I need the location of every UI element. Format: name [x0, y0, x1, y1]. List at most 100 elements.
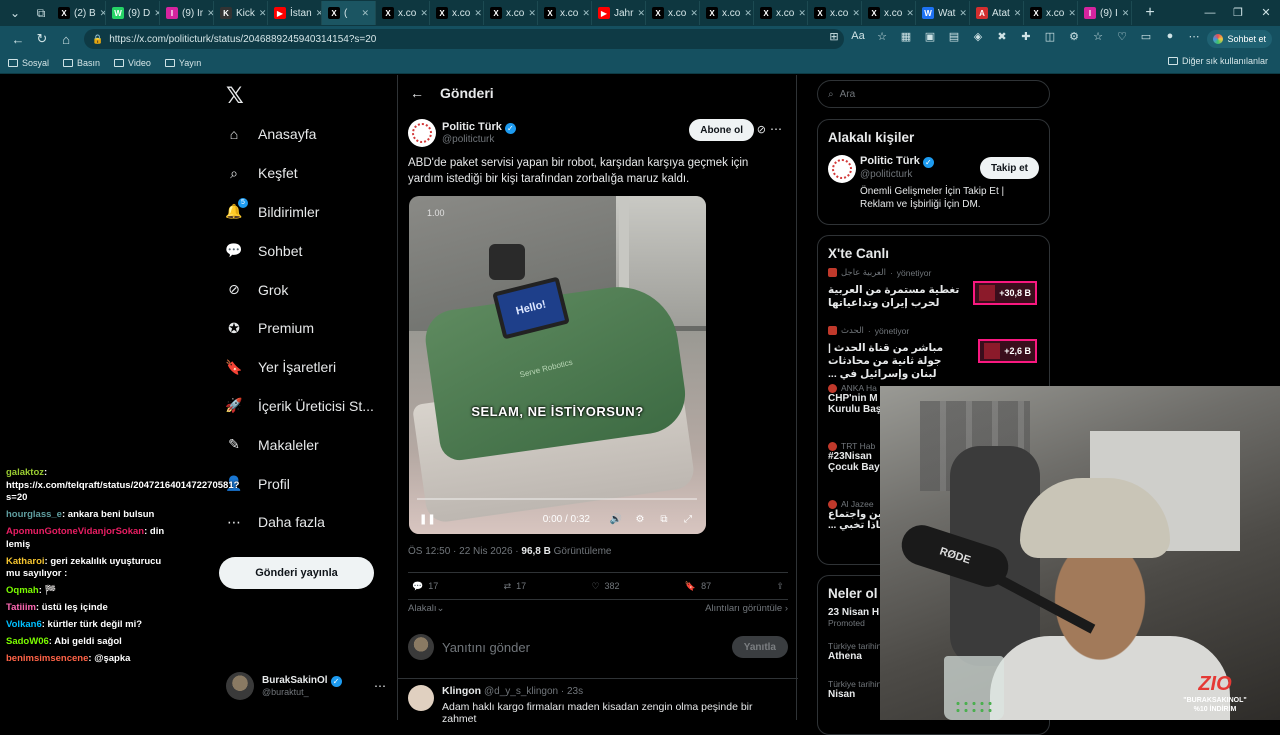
live-item[interactable]: العربية عاجل · yönetiyor تغطية مستمرة من … — [818, 267, 1049, 325]
author-handle[interactable]: @politicturk — [442, 134, 516, 145]
close-tab-icon[interactable]: ✕ — [1068, 8, 1076, 19]
browser-tab[interactable]: Xx.co ✕ — [808, 1, 862, 25]
repost-button[interactable]: ⇄ 17 — [504, 581, 527, 592]
post-button[interactable]: Gönderi yayınla — [219, 557, 374, 589]
follow-button[interactable]: Takip et — [979, 157, 1039, 179]
video-progress-bar[interactable] — [417, 498, 697, 500]
like-button[interactable]: ♡ 382 — [591, 581, 619, 592]
browser-tab[interactable]: W Wat ✕ — [916, 1, 970, 25]
close-tab-icon[interactable]: ✕ — [690, 8, 698, 19]
sort-dropdown[interactable]: Alakalı⌄ — [408, 603, 444, 614]
browser-tab[interactable]: Xx.co ✕ — [484, 1, 538, 25]
bookmark-folder[interactable]: Sosyal — [8, 58, 49, 68]
close-tab-icon[interactable]: ✕ — [744, 8, 752, 19]
browser-tab[interactable]: Xx.co ✕ — [1024, 1, 1078, 25]
browser-tab[interactable]: ▶İstan✕ — [268, 1, 322, 25]
split-screen-icon[interactable]: ◫ — [1042, 30, 1058, 46]
extensions-puzzle-icon[interactable]: ✚ — [1018, 30, 1034, 46]
copilot-chat-button[interactable]: Sohbet et — [1207, 30, 1272, 48]
nav-item-bildirimler[interactable]: 🔔 5 Bildirimler — [224, 193, 374, 232]
close-tab-icon[interactable]: ✕ — [906, 8, 914, 19]
pause-icon[interactable]: ❚❚ — [419, 514, 436, 525]
nav-item-grok[interactable]: ⊘ Grok — [224, 270, 374, 309]
minimize-button[interactable]: — — [1196, 0, 1224, 26]
profile-avatar-icon[interactable]: ● — [1162, 30, 1178, 46]
browser-tab[interactable]: Xx.co ✕ — [430, 1, 484, 25]
volume-icon[interactable]: 🔊 — [608, 514, 624, 525]
extension-icon[interactable]: ▤ — [946, 30, 962, 46]
close-tab-icon[interactable]: ✕ — [1014, 8, 1022, 19]
search-input[interactable]: ⌕ Ara — [817, 80, 1050, 108]
more-icon[interactable]: ⋯ — [1186, 30, 1202, 46]
close-tab-icon[interactable]: ✕ — [637, 8, 645, 19]
browser-tab[interactable]: K Kick ✕ — [214, 1, 268, 25]
x-logo-icon[interactable]: 𝕏 — [226, 83, 244, 109]
nav-item-i-çerik-üreticisi-st-[interactable]: 🚀 İçerik Üreticisi St... — [224, 387, 374, 426]
reply-input[interactable]: Yanıtını gönder — [442, 640, 530, 655]
browser-tab[interactable]: ▶ Jahr ✕ — [592, 1, 646, 25]
close-tab-icon[interactable]: ✕ — [207, 8, 213, 19]
reply-author[interactable]: Klingon — [442, 685, 481, 697]
browser-tab[interactable]: X (✕ — [322, 1, 376, 25]
nav-item-keşfet[interactable]: ⌕ Keşfet — [224, 154, 374, 193]
new-tab-button[interactable]: + — [1138, 4, 1162, 22]
close-tab-icon[interactable]: ✕ — [798, 8, 806, 19]
fullscreen-icon[interactable]: ⤢ — [680, 514, 696, 525]
browser-tab[interactable]: Xx.co ✕ — [376, 1, 430, 25]
nav-item-sohbet[interactable]: 💬 Sohbet — [224, 231, 374, 270]
bookmark-folder[interactable]: Yayın — [164, 58, 201, 68]
subscribe-button[interactable]: Abone ol — [689, 119, 754, 141]
browser-tab[interactable]: I (9) Ir ✕ — [160, 1, 214, 25]
browser-tab[interactable]: A Atat ✕ — [970, 1, 1024, 25]
url-input[interactable]: 🔒 https://x.com/politicturk/status/20468… — [84, 29, 844, 49]
post-time[interactable]: ÖS 12:50 · 22 Nis 2026 · — [408, 546, 521, 557]
nav-item-makaleler[interactable]: ✎ Makaleler — [224, 425, 374, 464]
settings-gear-icon[interactable]: ⚙ — [1066, 30, 1082, 46]
share-button[interactable]: ⇪ — [776, 581, 784, 592]
favorites-icon[interactable]: ☆ — [1090, 30, 1106, 46]
close-tab-icon[interactable]: ✕ — [582, 8, 590, 19]
close-tab-icon[interactable]: ✕ — [1122, 8, 1130, 19]
nav-item-yer-i-şaretleri[interactable]: 🔖 Yer İşaretleri — [224, 348, 374, 387]
reply-submit-button[interactable]: Yanıtla — [731, 636, 788, 658]
extension-icon[interactable]: ◈ — [970, 30, 986, 46]
close-tab-icon[interactable]: ✕ — [959, 8, 967, 19]
back-arrow-icon[interactable]: ← — [410, 85, 424, 101]
nav-item-anasayfa[interactable]: ⌂ Anasayfa — [224, 115, 374, 154]
close-tab-icon[interactable]: ✕ — [852, 8, 860, 19]
extension-icon[interactable]: ▦ — [898, 30, 914, 46]
nav-item-daha-fazla[interactable]: ⋯ Daha fazla — [224, 503, 374, 542]
more-icon[interactable]: ⋯ — [374, 679, 386, 693]
bookmark-button[interactable]: 🔖 87 — [685, 581, 711, 592]
author-avatar[interactable] — [408, 119, 436, 147]
browser-tab[interactable]: W(9) D✕ — [106, 1, 160, 25]
author-name[interactable]: Politic Türk — [442, 121, 502, 133]
close-tab-icon[interactable]: ✕ — [474, 8, 482, 19]
bookmark-folder[interactable]: Video — [114, 58, 151, 68]
browser-tab[interactable]: Xx.co ✕ — [700, 1, 754, 25]
app-icon[interactable]: ⊞ — [826, 30, 842, 46]
account-switcher[interactable]: BurakSakinOl ✓ @buraktut_ ⋯ — [226, 671, 386, 701]
collections-icon[interactable]: ▭ — [1138, 30, 1154, 46]
video-player[interactable]: Hello! Serve Robotics 1.00 SELAM, NE İST… — [409, 196, 706, 534]
browser-tab[interactable]: Xx.co ✕ — [646, 1, 700, 25]
settings-gear-icon[interactable]: ⚙ — [632, 514, 648, 525]
reply-button[interactable]: 💬 17 — [412, 581, 438, 592]
home-button[interactable]: ⌂ — [54, 32, 78, 47]
reader-icon[interactable]: Aa — [850, 30, 866, 46]
grok-icon[interactable]: ⊘ — [757, 123, 766, 136]
avatar[interactable] — [408, 685, 434, 711]
close-window-button[interactable]: ✕ — [1252, 0, 1280, 26]
tab-actions-icon[interactable]: ⌄ — [4, 2, 26, 24]
favorite-star-icon[interactable]: ☆ — [874, 30, 890, 46]
close-tab-icon[interactable]: ✕ — [420, 8, 428, 19]
browser-tab[interactable]: Xx.co ✕ — [862, 1, 916, 25]
heart-icon[interactable]: ♡ — [1114, 30, 1130, 46]
related-person[interactable]: Politic Türk ✓ @politicturk Önemli Gelişm… — [818, 151, 1049, 211]
nav-item-premium[interactable]: ✪ Premium — [224, 309, 374, 348]
view-quotes-link[interactable]: Alıntıları görüntüle › — [705, 603, 788, 614]
browser-tab[interactable]: I (9) I ✕ — [1078, 1, 1132, 25]
close-tab-icon[interactable]: ✕ — [259, 8, 267, 19]
workspaces-icon[interactable]: ⧉ — [30, 2, 52, 24]
browser-tab[interactable]: Xx.co ✕ — [754, 1, 808, 25]
